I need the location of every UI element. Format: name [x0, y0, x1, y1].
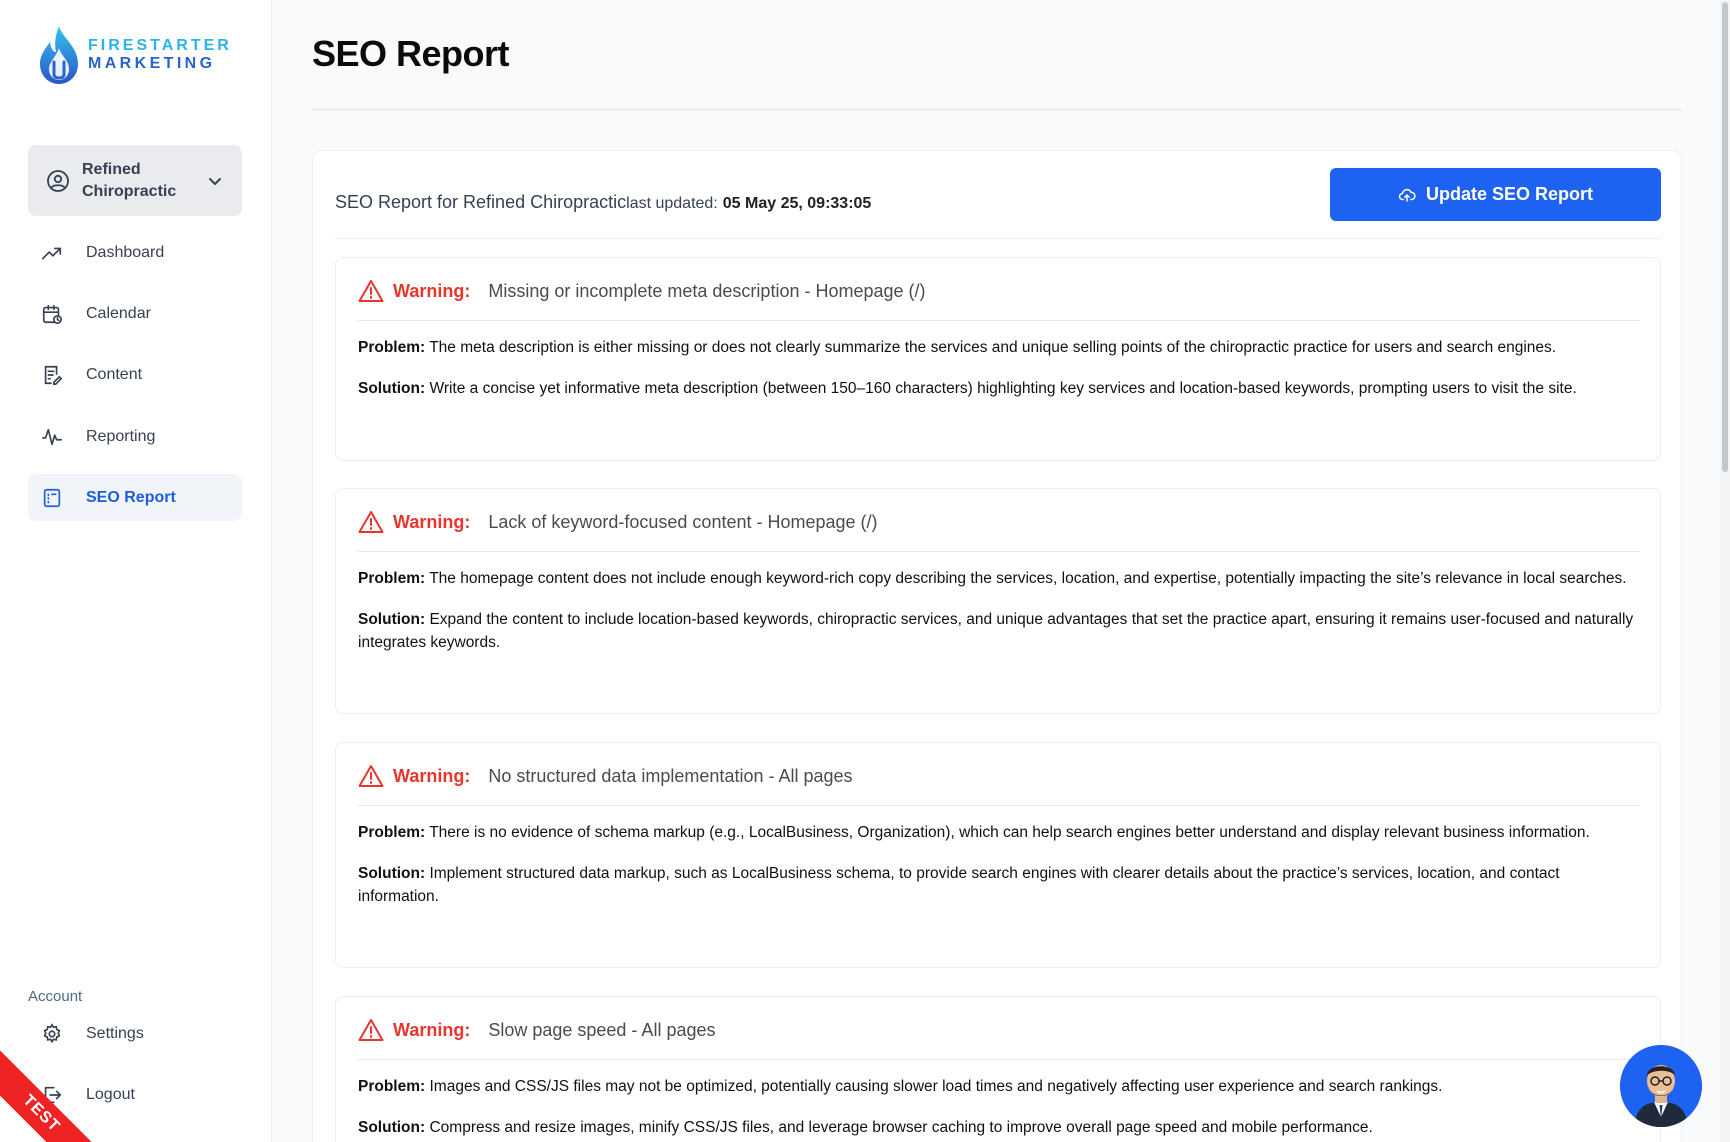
- issue-header: Warning: Missing or incomplete meta desc…: [358, 276, 926, 306]
- sidebar-item-reporting[interactable]: Reporting: [28, 413, 242, 460]
- issue-divider: [358, 805, 1640, 806]
- issue-divider: [358, 551, 1640, 552]
- gear-icon: [40, 1022, 64, 1046]
- problem-label: Problem:: [358, 824, 426, 841]
- page-title: SEO Report: [312, 33, 510, 74]
- problem-label: Problem:: [358, 1078, 426, 1095]
- user-circle-icon: [47, 169, 69, 192]
- report-header: SEO Report for Refined Chiropracticlast …: [335, 168, 1661, 238]
- issue-level: Warning:: [393, 511, 471, 532]
- issue-solution: Solution: Expand the content to include …: [358, 608, 1642, 654]
- problem-label: Problem:: [358, 339, 426, 356]
- document-edit-icon: [40, 363, 64, 387]
- issue-solution: Solution: Write a concise yet informativ…: [358, 377, 1642, 400]
- warning-triangle-icon: [358, 765, 384, 787]
- update-button-label: Update SEO Report: [1425, 184, 1594, 204]
- scrollbar-thumb[interactable]: [1722, 2, 1728, 472]
- seo-report-card: SEO Report for Refined Chiropracticlast …: [312, 150, 1682, 1142]
- account-section-label: Account: [28, 988, 83, 1005]
- page-scrollbar[interactable]: [1720, 0, 1730, 1142]
- issue-divider: [358, 320, 1640, 321]
- main-content: SEO Report SEO Report for Refined Chirop…: [272, 0, 1730, 1142]
- sidebar-item-settings[interactable]: Settings: [28, 1010, 242, 1057]
- header-divider: [335, 238, 1661, 239]
- sidebar-item-label: Logout: [86, 1085, 135, 1103]
- solution-label: Solution:: [358, 611, 426, 628]
- sidebar-item-calendar[interactable]: Calendar: [28, 290, 242, 337]
- issue-solution: Solution: Compress and resize images, mi…: [358, 1116, 1642, 1139]
- sidebar-item-seo-report[interactable]: SEO Report: [28, 474, 242, 521]
- solution-text: Expand the content to include location-b…: [358, 611, 1634, 651]
- issue-title: Slow page speed - All pages: [488, 1019, 716, 1040]
- solution-label: Solution:: [358, 865, 426, 882]
- brand-name-line2: MARKETING: [88, 55, 216, 72]
- issue-header: Warning: No structured data implementati…: [358, 761, 853, 791]
- client-name: Refined Chiropractic: [82, 160, 177, 200]
- warning-triangle-icon: [358, 511, 384, 533]
- warning-triangle-icon: [358, 1019, 384, 1041]
- seo-report-icon: [40, 486, 64, 510]
- sidebar-item-label: Dashboard: [86, 243, 165, 261]
- report-heading: SEO Report for Refined Chiropractic: [335, 192, 627, 212]
- seo-issue-card: Warning: Lack of keyword-focused content…: [335, 488, 1661, 714]
- sidebar-item-label: SEO Report: [86, 488, 176, 506]
- issue-title: No structured data implementation - All …: [488, 765, 853, 786]
- update-seo-report-button[interactable]: Update SEO Report: [1330, 168, 1661, 221]
- issue-problem: Problem: The homepage content does not i…: [358, 567, 1642, 590]
- problem-text: The meta description is either missing o…: [429, 339, 1557, 356]
- seo-issue-card: Warning: Missing or incomplete meta desc…: [335, 257, 1661, 461]
- issue-body: Problem: The meta description is either …: [358, 336, 1642, 418]
- issue-header: Warning: Slow page speed - All pages: [358, 1015, 715, 1045]
- problem-label: Problem:: [358, 570, 426, 587]
- title-divider: [312, 109, 1682, 110]
- person-avatar-icon: [1620, 1045, 1702, 1127]
- problem-text: Images and CSS/JS files may not be optim…: [429, 1078, 1443, 1095]
- sidebar-item-label: Calendar: [86, 304, 151, 322]
- issue-level: Warning:: [393, 280, 471, 301]
- issue-problem: Problem: The meta description is either …: [358, 336, 1642, 359]
- sidebar: FIRESTARTER MARKETING Refined Chiropract…: [0, 0, 272, 1142]
- flame-logo-icon: [40, 26, 78, 84]
- solution-text: Compress and resize images, minify CSS/J…: [429, 1119, 1373, 1136]
- problem-text: The homepage content does not include en…: [429, 570, 1627, 587]
- solution-text: Write a concise yet informative meta des…: [429, 380, 1577, 397]
- chevron-down-icon: [209, 177, 221, 185]
- solution-text: Implement structured data markup, such a…: [358, 865, 1560, 905]
- issue-body: Problem: Images and CSS/JS files may not…: [358, 1075, 1642, 1142]
- last-updated-value: 05 May 25, 09:33:05: [722, 195, 872, 212]
- issue-problem: Problem: Images and CSS/JS files may not…: [358, 1075, 1642, 1098]
- issue-body: Problem: There is no evidence of schema …: [358, 821, 1642, 926]
- issue-divider: [358, 1059, 1640, 1060]
- brand-logo[interactable]: FIRESTARTER MARKETING: [36, 24, 232, 86]
- issue-header: Warning: Lack of keyword-focused content…: [358, 507, 878, 537]
- activity-icon: [40, 425, 64, 449]
- seo-issue-card: Warning: No structured data implementati…: [335, 742, 1661, 968]
- cloud-upload-icon: [1398, 188, 1416, 202]
- client-selector[interactable]: Refined Chiropractic: [28, 145, 242, 216]
- issue-solution: Solution: Implement structured data mark…: [358, 862, 1642, 908]
- problem-text: There is no evidence of schema markup (e…: [429, 824, 1590, 841]
- sidebar-item-label: Content: [86, 365, 143, 383]
- sidebar-item-label: Settings: [86, 1024, 144, 1042]
- sidebar-item-content[interactable]: Content: [28, 351, 242, 398]
- issue-level: Warning:: [393, 1019, 471, 1040]
- trending-up-icon: [40, 241, 64, 265]
- issue-level: Warning:: [393, 765, 471, 786]
- seo-issue-card: Warning: Slow page speed - All pages Pro…: [335, 996, 1661, 1142]
- issue-title: Lack of keyword-focused content - Homepa…: [488, 511, 878, 532]
- brand-name-line1: FIRESTARTER: [88, 37, 232, 54]
- issue-problem: Problem: There is no evidence of schema …: [358, 821, 1642, 844]
- issue-body: Problem: The homepage content does not i…: [358, 567, 1642, 672]
- report-summary-line: SEO Report for Refined Chiropracticlast …: [335, 192, 871, 213]
- issue-title: Missing or incomplete meta description -…: [488, 280, 926, 301]
- solution-label: Solution:: [358, 380, 426, 397]
- support-chat-avatar[interactable]: [1620, 1045, 1702, 1127]
- warning-triangle-icon: [358, 280, 384, 302]
- last-updated-label: last updated:: [626, 195, 718, 212]
- solution-label: Solution:: [358, 1119, 426, 1136]
- sidebar-item-dashboard[interactable]: Dashboard: [28, 229, 242, 276]
- calendar-icon: [40, 302, 64, 326]
- sidebar-item-label: Reporting: [86, 427, 156, 445]
